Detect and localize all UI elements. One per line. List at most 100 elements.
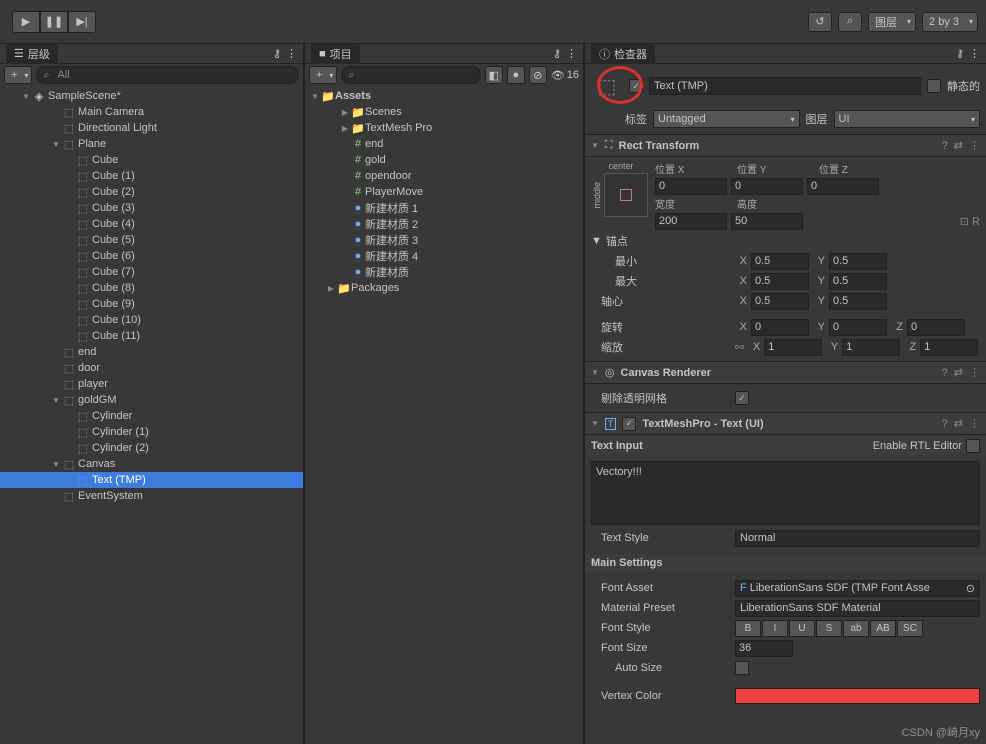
hierarchy-item[interactable]: ⬚Cube (8) [0,280,303,296]
hierarchy-item[interactable]: ⬚Cylinder (2) [0,440,303,456]
height-input[interactable] [731,213,803,230]
style-sc-button[interactable]: SC [897,620,923,637]
style-i-button[interactable]: I [762,620,788,637]
favorite-icon[interactable]: ● [507,66,525,84]
scale-y[interactable] [842,339,900,356]
tag-dropdown[interactable]: Untagged [653,110,800,128]
rot-x[interactable] [751,319,809,336]
fold-icon[interactable]: ▼ [591,235,602,247]
fold-icon[interactable]: ▼ [50,140,62,149]
hierarchy-tab[interactable]: ☰ 层级 [6,44,58,64]
menu-icon[interactable]: ⋮ [969,417,980,430]
help-icon[interactable]: ? [942,418,948,430]
create-dropdown[interactable]: + [309,66,337,84]
gameobject-icon[interactable]: ⬚ [591,70,623,102]
style-ab-button[interactable]: ab [843,620,869,637]
font-size-input[interactable] [735,640,793,657]
scale-z[interactable] [920,339,978,356]
project-item[interactable]: ●新建材质 2 [305,216,583,232]
hierarchy-item[interactable]: ▼⬚Canvas [0,456,303,472]
tmp-enabled-checkbox[interactable]: ✓ [622,417,636,431]
step-button[interactable]: ▶| [68,11,96,33]
hierarchy-search[interactable]: All [36,66,299,84]
project-search[interactable] [341,66,480,84]
link-icon[interactable]: ⚯ [735,341,744,354]
active-checkbox[interactable]: ✓ [629,79,643,93]
pivot-y[interactable] [829,293,887,310]
hierarchy-item[interactable]: ⬚Cube (1) [0,168,303,184]
fold-icon[interactable]: ▶ [339,108,351,117]
hierarchy-item[interactable]: ⬚Cube (2) [0,184,303,200]
anchor-preset-button[interactable] [604,173,648,217]
project-item[interactable]: ●新建材质 [305,264,583,280]
pivot-x[interactable] [751,293,809,310]
hierarchy-item[interactable]: ⬚Cube (9) [0,296,303,312]
hierarchy-item[interactable]: ⬚Cube (5) [0,232,303,248]
fold-icon[interactable]: ▼ [20,92,32,101]
preset-icon[interactable]: ⇄ [954,366,963,379]
project-item[interactable]: #opendoor [305,168,583,184]
pos-z-input[interactable] [807,178,879,195]
hierarchy-item[interactable]: ⬚Cube [0,152,303,168]
hierarchy-item[interactable]: ⬚player [0,376,303,392]
project-item[interactable]: ▶📁Scenes [305,104,583,120]
pause-button[interactable]: ❚❚ [40,11,68,33]
preset-icon[interactable]: ⇄ [954,417,963,430]
assets-folder[interactable]: ▼ 📁 Assets [305,88,583,104]
fold-icon[interactable]: ▼ [591,368,599,377]
static-checkbox[interactable] [927,79,941,93]
layout-dropdown[interactable]: 2 by 3 [922,12,978,32]
project-tab[interactable]: ■ 项目 [311,44,360,64]
fold-icon[interactable]: ▶ [339,124,351,133]
material-dropdown[interactable]: LiberationSans SDF Material [735,600,980,617]
style-b-button[interactable]: B [735,620,761,637]
hierarchy-item[interactable]: ⬚Text (TMP) [0,472,303,488]
scale-x[interactable] [764,339,822,356]
style-s-button[interactable]: S [816,620,842,637]
anchor-max-y[interactable] [829,273,887,290]
hierarchy-item[interactable]: ⬚Cube (4) [0,216,303,232]
hierarchy-item[interactable]: ⬚Cylinder [0,408,303,424]
project-item[interactable]: ▶📁Packages [305,280,583,296]
panel-menu-icon[interactable]: ⋮ [969,47,980,60]
project-item[interactable]: ●新建材质 1 [305,200,583,216]
anchor-min-y[interactable] [829,253,887,270]
rot-y[interactable] [829,319,887,336]
hierarchy-item[interactable]: ⬚Cube (3) [0,200,303,216]
create-dropdown[interactable]: + [4,66,32,84]
hierarchy-item[interactable]: ▼⬚Plane [0,136,303,152]
hierarchy-item[interactable]: ⬚Cube (7) [0,264,303,280]
text-style-dropdown[interactable]: Normal [735,530,980,547]
style-ab-button[interactable]: AB [870,620,896,637]
fold-icon[interactable]: ▼ [591,419,599,428]
anchor-min-x[interactable] [751,253,809,270]
rot-z[interactable] [907,319,965,336]
preset-icon[interactable]: ⇄ [954,139,963,152]
hierarchy-item[interactable]: ⬚Main Camera [0,104,303,120]
help-icon[interactable]: ? [942,140,948,152]
project-item[interactable]: ●新建材质 3 [305,232,583,248]
project-item[interactable]: #end [305,136,583,152]
pos-x-input[interactable] [655,178,727,195]
hierarchy-item[interactable]: ⬚Cylinder (1) [0,424,303,440]
cull-checkbox[interactable]: ✓ [735,391,749,405]
scene-row[interactable]: ▼ ◈ SampleScene* [0,88,303,104]
rtl-checkbox[interactable] [966,439,980,453]
font-asset-field[interactable]: FLiberationSans SDF (TMP Font Asse⊙ [735,580,980,597]
project-item[interactable]: ▶📁TextMesh Pro [305,120,583,136]
hierarchy-item[interactable]: ▼⬚goldGM [0,392,303,408]
hierarchy-item[interactable]: ⬚EventSystem [0,488,303,504]
play-button[interactable]: ▶ [12,11,40,33]
fold-icon[interactable]: ▼ [50,460,62,469]
panel-menu-icon[interactable]: ⋮ [286,47,297,60]
style-u-button[interactable]: U [789,620,815,637]
width-input[interactable] [655,213,727,230]
lock-icon[interactable]: ⚷ [956,47,964,60]
hierarchy-item[interactable]: ⬚end [0,344,303,360]
text-input-area[interactable]: Vectory!!! [591,461,980,525]
hierarchy-item[interactable]: ⬚Cube (6) [0,248,303,264]
fold-icon[interactable]: ▼ [309,92,321,101]
hierarchy-item[interactable]: ⬚door [0,360,303,376]
blueprint-icon[interactable]: ⊡ R [960,215,980,228]
layer-dropdown[interactable]: UI [834,110,981,128]
